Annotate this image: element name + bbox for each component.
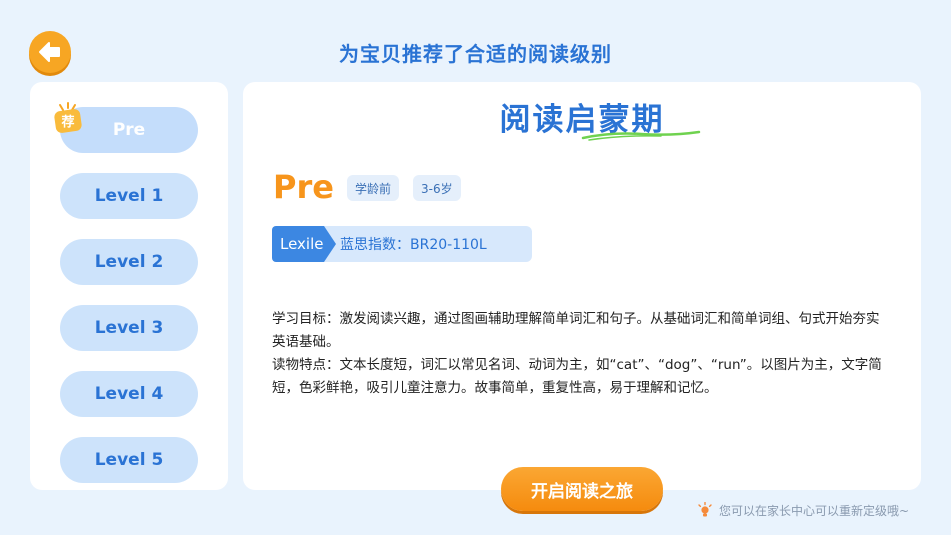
level-description: 学习目标：激发阅读兴趣，通过图画辅助理解简单词汇和句子。从基础词汇和简单词组、句… — [272, 308, 892, 400]
learning-goal-text: 学习目标：激发阅读兴趣，通过图画辅助理解简单词汇和句子。从基础词汇和简单词组、句… — [272, 311, 880, 350]
level-item-label: Level 5 — [94, 450, 164, 470]
regrade-hint: 您可以在家长中心可以重新定级哦~ — [697, 501, 909, 519]
level-item-3[interactable]: Level 3 — [60, 305, 198, 351]
level-item-2[interactable]: Level 2 — [60, 239, 198, 285]
level-item-5[interactable]: Level 5 — [60, 437, 198, 483]
level-item-label: Level 3 — [94, 318, 164, 338]
level-item-label: Level 1 — [94, 186, 164, 206]
regrade-hint-text: 您可以在家长中心可以重新定级哦~ — [719, 503, 910, 518]
level-detail-card: 阅读启蒙期 Pre 学龄前 3-6岁 Lexile 蓝思指数：BR20-110L… — [243, 82, 921, 490]
age-range-tag: 3-6岁 — [413, 175, 461, 201]
level-item-label: Pre — [112, 120, 146, 140]
lightbulb-icon — [698, 502, 712, 517]
level-item-4[interactable]: Level 4 — [60, 371, 198, 417]
stage-underline-decoration — [581, 130, 701, 141]
level-item-1[interactable]: Level 1 — [60, 173, 198, 219]
lexile-label: Lexile — [272, 226, 336, 262]
reading-features-text: 读物特点：文本长度短，词汇以常见名词、动词为主，如“cat”、“dog”、“ru… — [272, 357, 882, 396]
level-sidebar: Pre 荐 Level 1 Level 2 Level 3 Level 4 Le… — [30, 82, 228, 490]
lexile-value: 蓝思指数：BR20-110L — [322, 226, 532, 262]
level-item-label: Level 4 — [94, 384, 164, 404]
page-title: 为宝贝推荐了合适的阅读级别 — [339, 42, 612, 66]
level-item-label: Level 2 — [94, 252, 164, 272]
level-name: Pre — [273, 168, 334, 206]
recommended-badge-label: 荐 — [61, 114, 75, 130]
recommended-badge: 荐 — [54, 102, 84, 133]
start-reading-button[interactable]: 开启阅读之旅 — [501, 467, 663, 511]
age-group-tag: 学龄前 — [347, 175, 400, 201]
